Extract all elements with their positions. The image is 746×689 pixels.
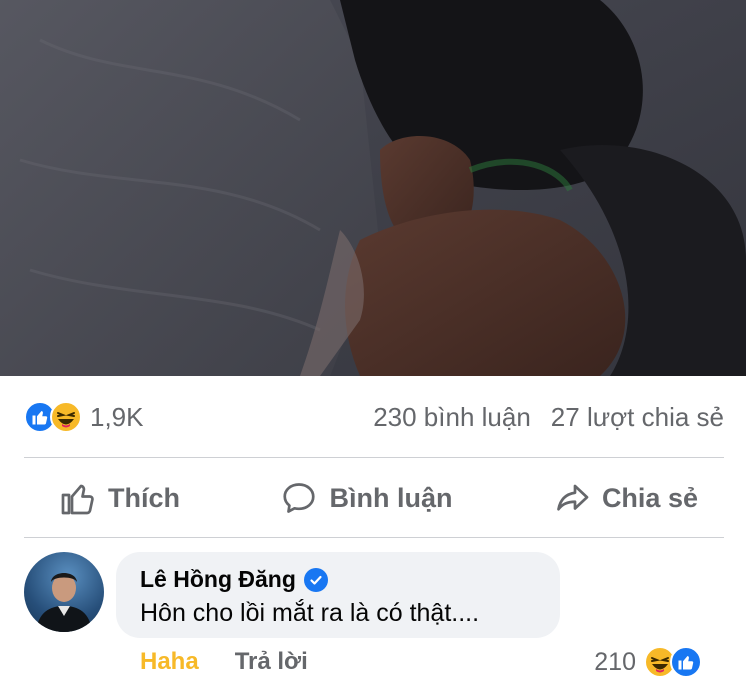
comment-react-button[interactable]: Haha [140,648,199,676]
speech-bubble-icon [283,483,316,513]
comment-reactions[interactable]: 210 [594,646,702,678]
comment-text: Hôn cho lồi mắt ra là có thật.... [140,599,480,627]
share-count[interactable]: 27 lượt chia sẻ [551,402,724,433]
comment-reaction-count: 210 [594,647,636,676]
post-photo-graphic [0,0,746,376]
share-button[interactable]: Chia sẻ [554,480,698,516]
like-icon [670,646,702,678]
thumbs-up-icon [61,484,94,515]
comment-author[interactable]: Lê Hồng Đăng [140,566,296,593]
avatar-photo [36,573,92,632]
divider [24,457,724,458]
share-arrow-icon [557,484,589,511]
reactions-summary: 1,9K 230 bình luận 27 lượt chia sẻ [0,376,746,458]
verified-badge-icon [303,567,328,592]
comment-button[interactable]: Bình luận [281,480,452,516]
haha-icon [50,401,82,433]
reaction-count[interactable]: 1,9K [90,402,144,433]
post-action-bar: Thích Bình luận Chia sẻ [0,460,746,536]
comment-reply-button[interactable]: Trả lời [235,648,308,676]
comment-label: Bình luận [329,482,453,513]
avatar[interactable] [24,552,104,632]
divider [24,537,724,538]
like-label: Thích [108,482,180,513]
like-button[interactable]: Thích [60,480,180,516]
comment-count[interactable]: 230 bình luận [373,402,531,433]
comment-bubble[interactable]: Lê Hồng Đăng Hôn cho lồi mắt ra là có th… [116,552,560,638]
comment-actions: Haha Trả lời [140,648,308,676]
share-label: Chia sẻ [601,482,698,513]
post-image[interactable] [0,0,746,376]
reaction-icons[interactable] [24,401,82,433]
